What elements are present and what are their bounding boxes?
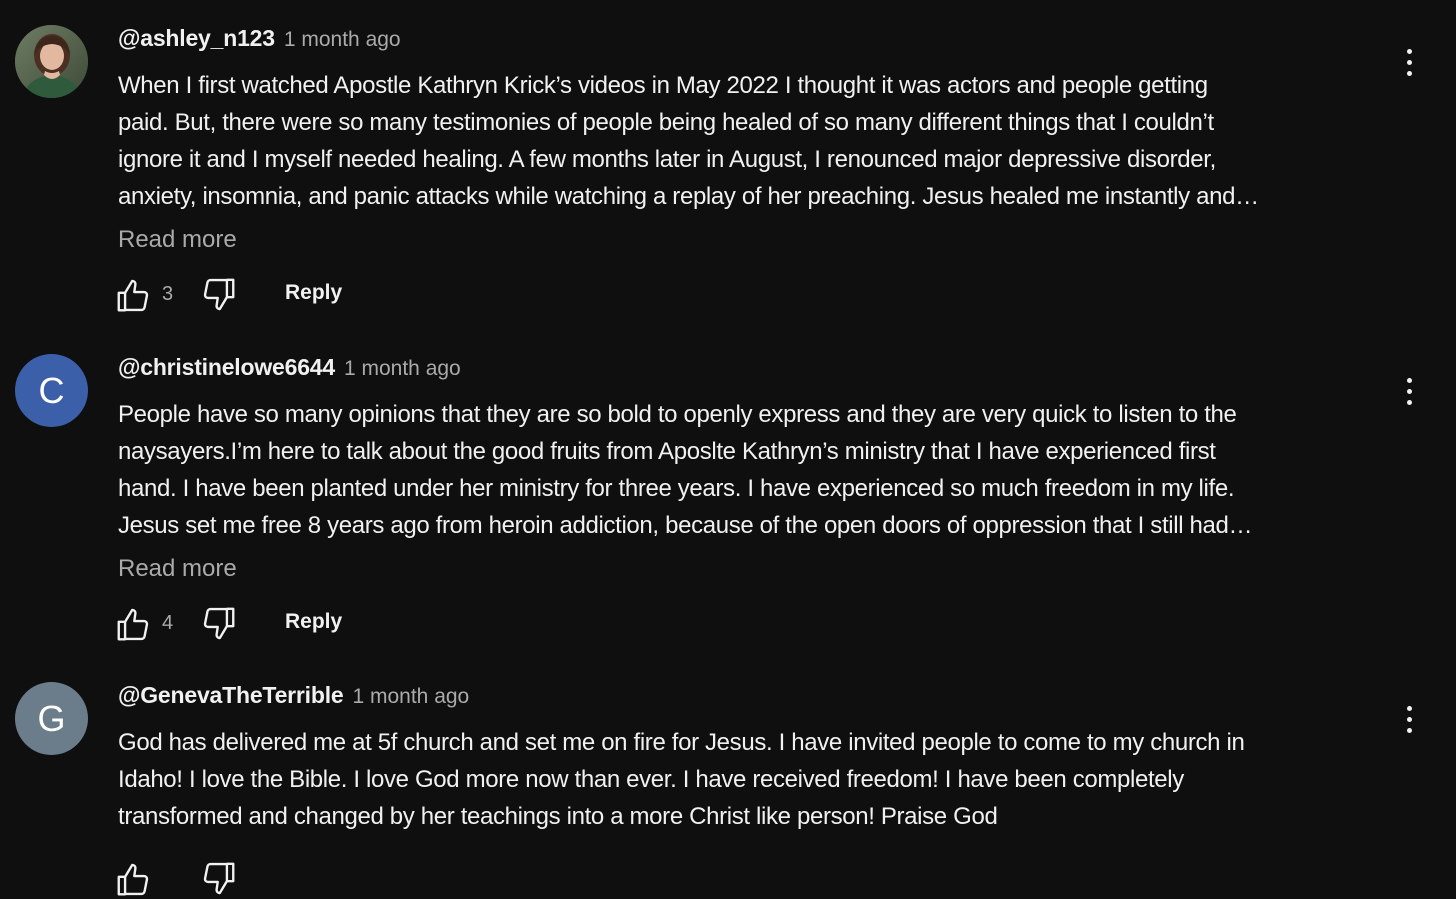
comment-meta: @christinelowe6644 1 month ago (118, 354, 1378, 388)
thumb-down-icon[interactable] (200, 275, 238, 313)
comment-text-line: naysayers.I’m here to talk about the goo… (118, 438, 1216, 465)
avatar[interactable] (15, 25, 88, 98)
reply-button[interactable]: Reply (285, 281, 342, 305)
comment-text-line: paid. But, there were so many testimonie… (118, 109, 1214, 136)
comment-text: When I first watched Apostle Kathryn Kri… (118, 67, 1372, 215)
comment-time[interactable]: 1 month ago (284, 28, 401, 52)
comment-actions: 4 Reply (117, 604, 1378, 644)
author-handle[interactable]: @christinelowe6644 (118, 354, 335, 381)
more-vertical-icon[interactable] (1395, 706, 1423, 746)
more-vertical-icon[interactable] (1395, 49, 1423, 89)
comment-text-line: transformed and changed by her teachings… (118, 803, 998, 830)
comment-text: God has delivered me at 5f church and se… (118, 724, 1372, 835)
read-more-button[interactable]: Read more (118, 220, 237, 260)
avatar-letter: G (37, 697, 66, 739)
author-handle[interactable]: @GenevaTheTerrible (118, 682, 344, 709)
comment-text-line: hand. I have been planted under her mini… (118, 475, 1235, 502)
more-vertical-icon[interactable] (1395, 378, 1423, 418)
comment-text-line: Jesus set me free 8 years ago from heroi… (118, 512, 1253, 539)
thumb-down-icon[interactable] (200, 859, 238, 897)
read-more-button[interactable]: Read more (118, 549, 237, 589)
avatar-photo (15, 25, 88, 98)
avatar-letter: C (38, 369, 65, 411)
comment-meta: @ashley_n123 1 month ago (118, 25, 1378, 59)
like-count: 3 (162, 283, 174, 305)
like-count: 4 (162, 612, 174, 634)
thumb-up-icon[interactable] (114, 861, 152, 899)
thumb-up-icon[interactable] (114, 606, 152, 644)
comment-text-line: When I first watched Apostle Kathryn Kri… (118, 72, 1208, 99)
author-handle[interactable]: @ashley_n123 (118, 25, 275, 52)
avatar[interactable]: G (15, 682, 88, 755)
comment-time[interactable]: 1 month ago (344, 357, 461, 381)
comment-text-line: Idaho! I love the Bible. I love God more… (118, 766, 1184, 793)
thumb-up-icon[interactable] (114, 277, 152, 315)
comment-text: People have so many opinions that they a… (118, 396, 1372, 544)
comment-actions (117, 859, 1378, 899)
comment-text-line: People have so many opinions that they a… (118, 401, 1237, 428)
comment-time[interactable]: 1 month ago (352, 685, 469, 709)
thumb-down-icon[interactable] (200, 604, 238, 642)
comment-text-line: God has delivered me at 5f church and se… (118, 729, 1245, 756)
comment-actions: 3 Reply (117, 275, 1378, 315)
reply-button[interactable]: Reply (285, 610, 342, 634)
avatar[interactable]: C (15, 354, 88, 427)
comment-text-line: anxiety, insomnia, and panic attacks whi… (118, 183, 1259, 210)
comment-meta: @GenevaTheTerrible 1 month ago (118, 682, 1378, 716)
comment-text-line: ignore it and I myself needed healing. A… (118, 146, 1216, 173)
comment-body: @christinelowe6644 1 month ago People ha… (117, 354, 1378, 644)
comment-body: @GenevaTheTerrible 1 month ago God has d… (117, 682, 1378, 899)
comment-body: @ashley_n123 1 month ago When I first wa… (117, 25, 1378, 315)
